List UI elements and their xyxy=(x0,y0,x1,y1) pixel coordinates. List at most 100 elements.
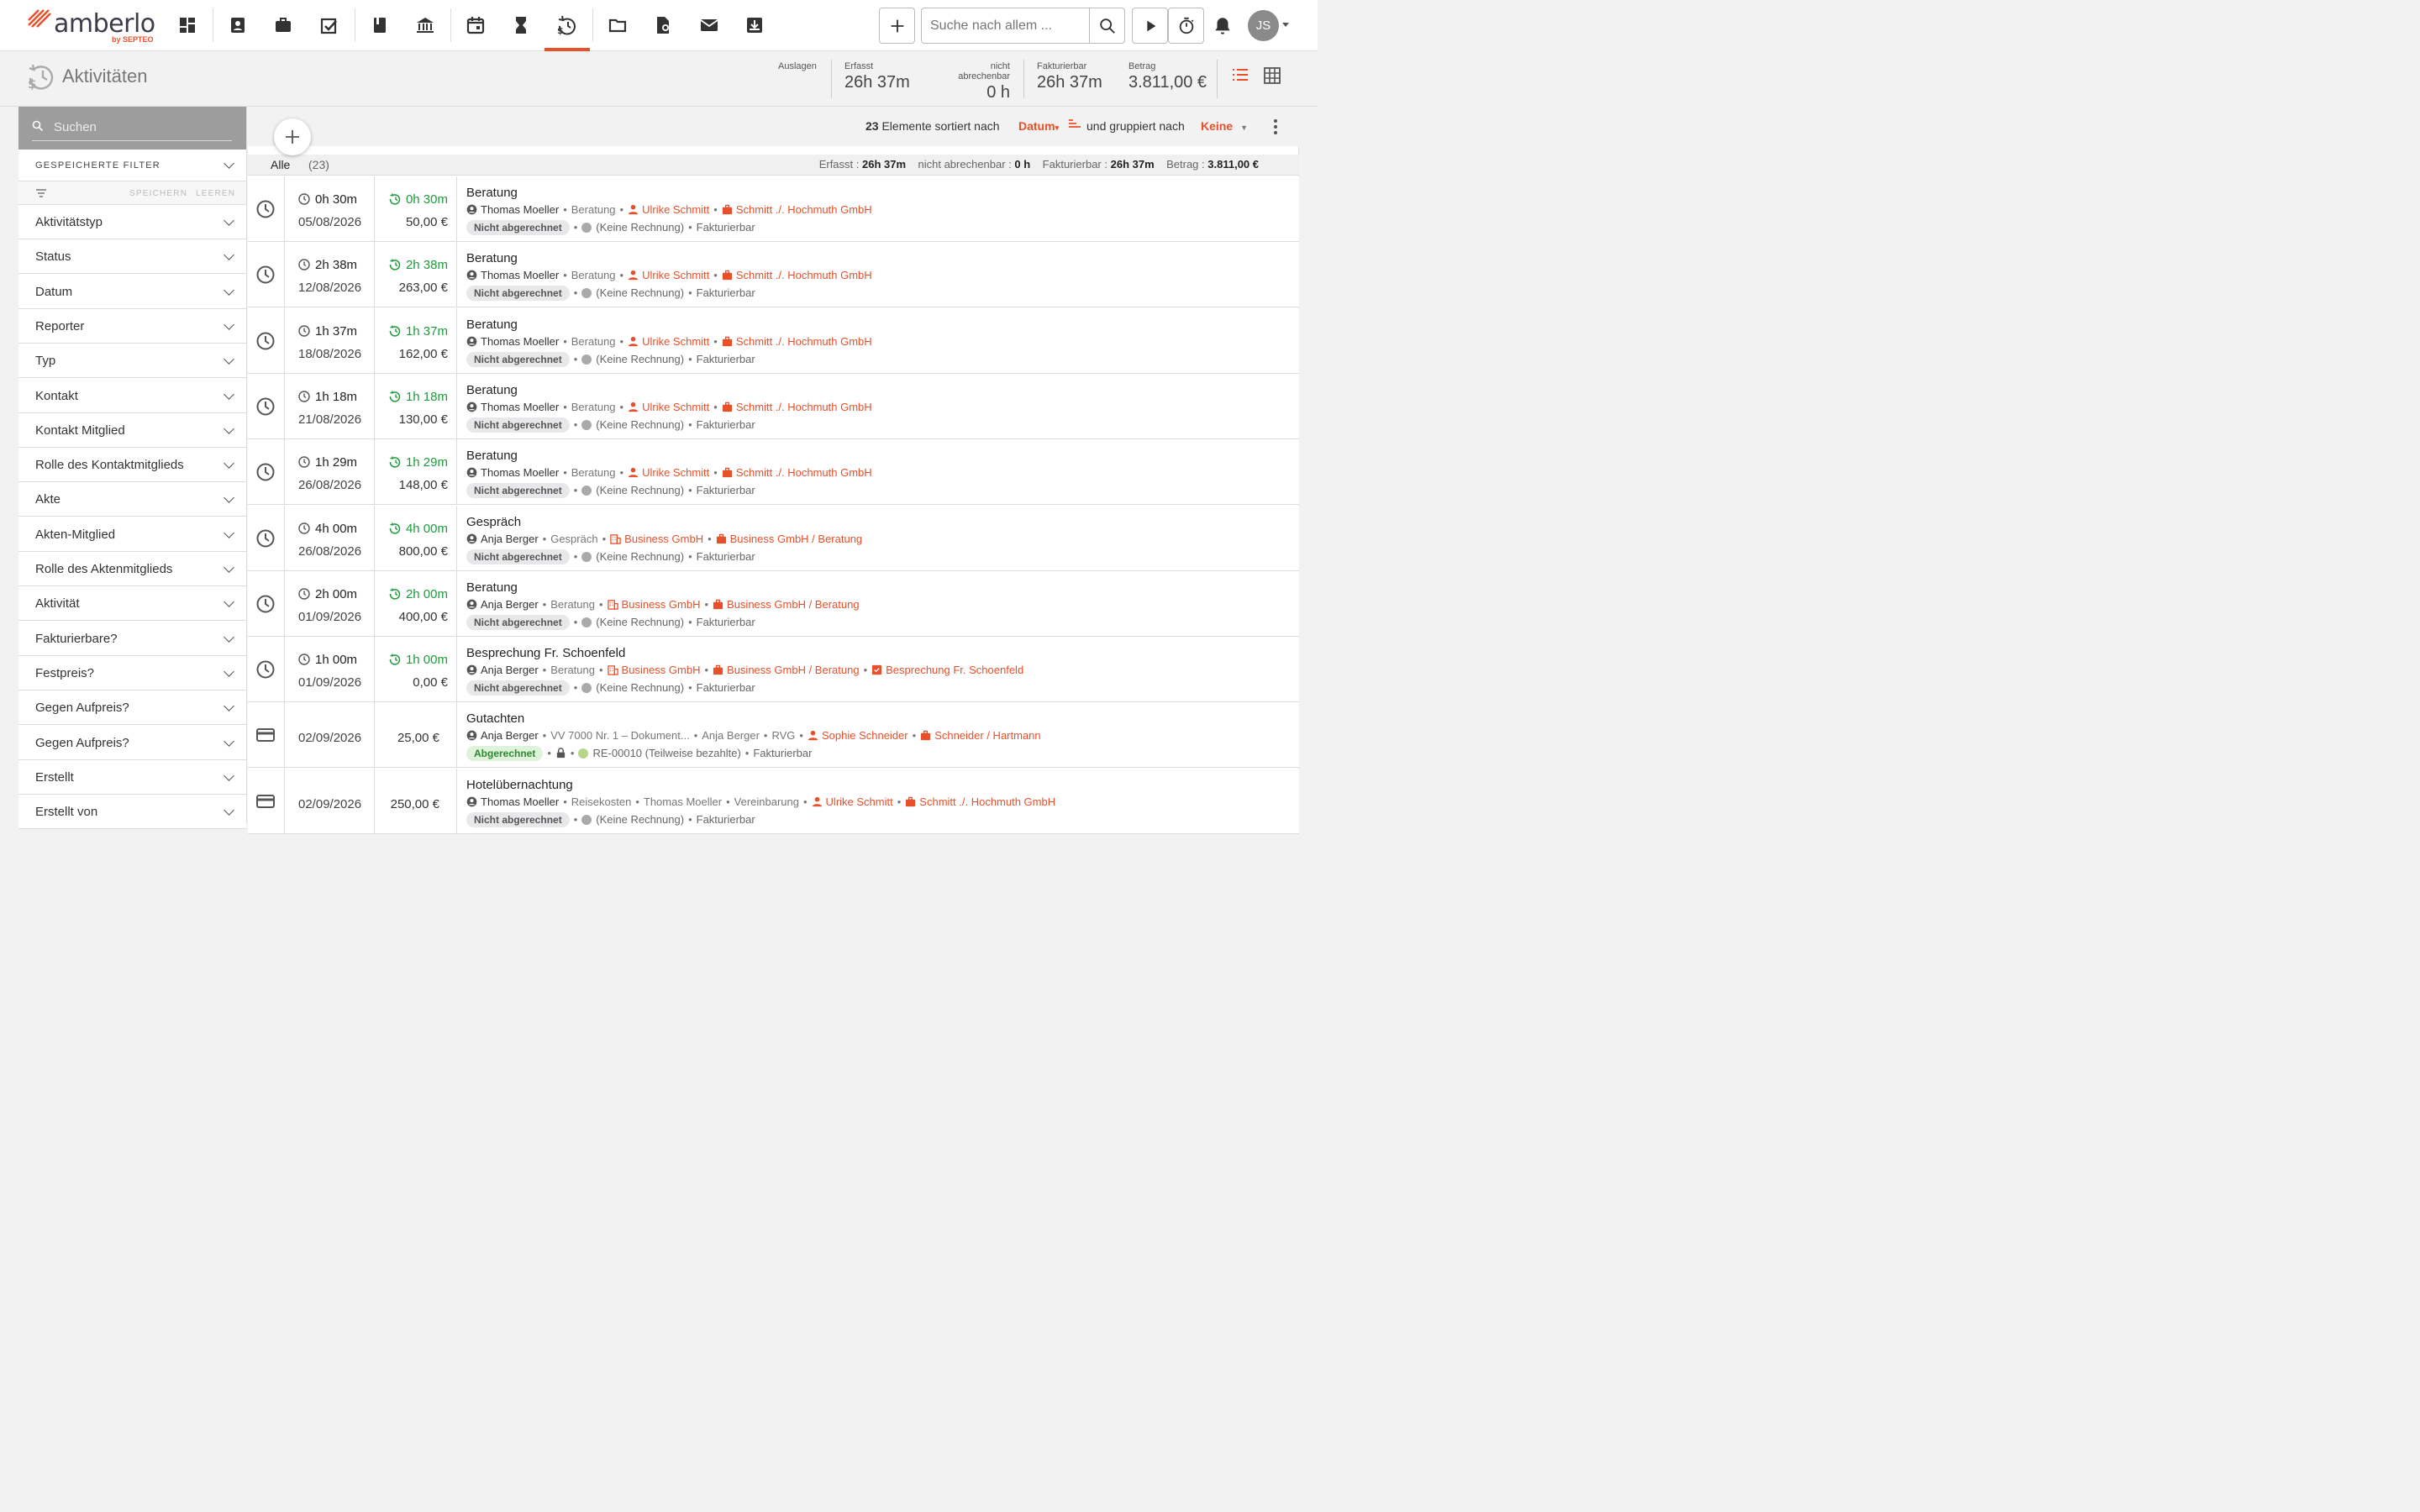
nav-contacts-button[interactable] xyxy=(223,10,253,40)
nav-matters-button[interactable] xyxy=(268,10,298,40)
activity-title[interactable]: Beratung xyxy=(466,449,518,463)
meta-person[interactable]: Ulrike Schmitt xyxy=(812,795,893,808)
filter-item[interactable]: Erstellt von xyxy=(18,795,246,830)
meta-person[interactable]: Ulrike Schmitt xyxy=(628,466,709,479)
meta-txt: Anja Berger xyxy=(702,729,760,743)
filter-item[interactable]: Akten-Mitglied xyxy=(18,517,246,552)
clock-icon xyxy=(256,595,275,613)
filter-item[interactable]: Kontakt Mitglied xyxy=(18,412,246,448)
global-search-input[interactable] xyxy=(930,17,1094,35)
notifications-bell-icon[interactable] xyxy=(1212,15,1234,37)
table-row[interactable]: 02/09/2026 25,00 € Gutachten Anja Berger… xyxy=(248,702,1299,769)
meta-matter[interactable]: Schneider / Hartmann xyxy=(920,729,1041,742)
grid-view-icon[interactable] xyxy=(1263,66,1281,85)
saved-filters-dropdown[interactable]: GESPEICHERTE FILTER xyxy=(18,150,246,181)
meta-matter[interactable]: Business GmbH / Beratung xyxy=(716,533,862,545)
nav-mail-button[interactable] xyxy=(694,10,724,40)
table-row[interactable]: 1h 18m 21/08/2026 1h 18m 130,00 € Beratu… xyxy=(248,373,1299,439)
activity-title[interactable]: Gespräch xyxy=(466,515,521,529)
meta-matter[interactable]: Schmitt ./. Hochmuth GmbH xyxy=(722,269,872,281)
save-filter-button[interactable]: SPEICHERN xyxy=(129,189,187,198)
create-new-button[interactable] xyxy=(879,8,915,44)
meta-org[interactable]: Business GmbH xyxy=(607,664,700,676)
activity-details: Beratung Thomas Moeller • Beratung • Ulrike … xyxy=(466,308,1290,373)
list-view-icon[interactable] xyxy=(1231,66,1249,85)
meta-org[interactable]: Business GmbH xyxy=(607,598,700,611)
filter-item[interactable]: Aktivität xyxy=(18,586,246,622)
table-row[interactable]: 1h 37m 18/08/2026 1h 37m 162,00 € Beratu… xyxy=(248,307,1299,374)
sidebar-search-input[interactable] xyxy=(54,118,230,135)
user-menu-caret-icon[interactable] xyxy=(1282,23,1289,27)
meta-person[interactable]: Ulrike Schmitt xyxy=(628,269,709,281)
more-options-icon[interactable] xyxy=(1273,118,1278,135)
filter-item[interactable]: Fakturierbare? xyxy=(18,621,246,656)
meta-person[interactable]: Ulrike Schmitt xyxy=(628,401,709,413)
filter-item[interactable]: Typ xyxy=(18,344,246,379)
table-row[interactable]: 4h 00m 26/08/2026 4h 00m 800,00 € Gesprä… xyxy=(248,505,1299,571)
group-all-count: (23) xyxy=(308,158,329,171)
activity-title[interactable]: Besprechung Fr. Schoenfeld xyxy=(466,646,625,660)
meta-matter[interactable]: Schmitt ./. Hochmuth GmbH xyxy=(905,795,1055,808)
meta-matter[interactable]: Business GmbH / Beratung xyxy=(713,598,860,611)
meta-person[interactable]: Ulrike Schmitt xyxy=(628,335,709,348)
filter-item[interactable]: Gegen Aufpreis? xyxy=(18,725,246,760)
meta-matter[interactable]: Schmitt ./. Hochmuth GmbH xyxy=(722,466,872,479)
filter-item[interactable]: Rolle des Aktenmitglieds xyxy=(18,552,246,586)
activity-title[interactable]: Beratung xyxy=(466,251,518,265)
activity-title[interactable]: Beratung xyxy=(466,580,518,595)
add-activity-button[interactable] xyxy=(274,118,311,155)
group-by-dropdown[interactable]: Keine ▼ xyxy=(1201,119,1248,133)
filter-item[interactable]: Rolle des Kontaktmitglieds xyxy=(18,448,246,483)
start-timer-button[interactable] xyxy=(1132,8,1168,44)
activity-title[interactable]: Beratung xyxy=(466,186,518,200)
filter-item[interactable]: Reporter xyxy=(18,308,246,344)
nav-inbox-download-button[interactable] xyxy=(739,10,770,40)
amberlo-logo[interactable]: amberlo by SEPTEO xyxy=(27,7,170,44)
nav-folder-button[interactable] xyxy=(602,10,633,40)
search-button[interactable] xyxy=(1089,8,1124,43)
nav-hourglass-button[interactable] xyxy=(506,10,536,40)
filter-item[interactable]: Erstellt xyxy=(18,759,246,795)
table-row[interactable]: 2h 00m 01/09/2026 2h 00m 400,00 € Beratu… xyxy=(248,570,1299,637)
filter-item[interactable]: Datum xyxy=(18,274,246,309)
stopwatch-button[interactable] xyxy=(1168,8,1204,44)
filter-item[interactable]: Gegen Aufpreis? xyxy=(18,690,246,726)
nav-book-button[interactable] xyxy=(365,10,395,40)
user-avatar[interactable]: JS xyxy=(1248,10,1279,41)
clear-filter-button[interactable]: LEEREN xyxy=(196,189,235,198)
meta-matter[interactable]: Schmitt ./. Hochmuth GmbH xyxy=(722,401,872,413)
filter-item[interactable]: Kontakt xyxy=(18,378,246,413)
meta-matter[interactable]: Schmitt ./. Hochmuth GmbH xyxy=(722,335,872,348)
filter-item[interactable]: Aktivitätstyp xyxy=(18,205,246,239)
sort-direction-icon[interactable] xyxy=(1068,118,1081,131)
table-row[interactable]: 1h 29m 26/08/2026 1h 29m 148,00 € Beratu… xyxy=(248,439,1299,506)
activity-title[interactable]: Beratung xyxy=(466,383,518,397)
time-billing-icon: $ xyxy=(28,64,54,92)
meta-matter[interactable]: Business GmbH / Beratung xyxy=(713,664,860,676)
table-row[interactable]: 2h 38m 12/08/2026 2h 38m 263,00 € Beratu… xyxy=(248,242,1299,308)
meta-task[interactable]: Besprechung Fr. Schoenfeld xyxy=(871,664,1023,676)
filter-item[interactable]: Akte xyxy=(18,482,246,517)
sort-by-dropdown[interactable]: Datum▾ xyxy=(1018,119,1059,133)
meta-person[interactable]: Ulrike Schmitt xyxy=(628,203,709,216)
chevron-down-icon xyxy=(224,701,234,712)
nav-document-award-button[interactable] xyxy=(648,10,678,40)
meta-person[interactable]: Sophie Schneider xyxy=(808,729,908,742)
group-all-label[interactable]: Alle xyxy=(271,158,290,171)
meta-matter[interactable]: Schmitt ./. Hochmuth GmbH xyxy=(722,203,872,216)
nav-dashboard-button[interactable] xyxy=(172,10,203,40)
nav-calendar-button[interactable] xyxy=(460,10,491,40)
table-row[interactable]: 0h 30m 05/08/2026 0h 30m 50,00 € Beratun… xyxy=(248,176,1299,242)
activity-title[interactable]: Gutachten xyxy=(466,711,524,726)
table-row[interactable]: 02/09/2026 250,00 € Hotelübernachtung Th… xyxy=(248,768,1299,834)
filter-item[interactable]: Status xyxy=(18,239,246,275)
filter-item[interactable]: Festpreis? xyxy=(18,655,246,690)
meta-org[interactable]: Business GmbH xyxy=(610,533,703,545)
nav-time-billing-button[interactable]: $ xyxy=(551,10,581,40)
nav-tasks-button[interactable] xyxy=(314,10,345,40)
activity-title[interactable]: Beratung xyxy=(466,318,518,332)
nav-bank-button[interactable] xyxy=(410,10,440,40)
activity-title[interactable]: Hotelübernachtung xyxy=(466,778,573,792)
table-row[interactable]: 1h 00m 01/09/2026 1h 00m 0,00 € Besprech… xyxy=(248,637,1299,703)
logo-byline: by SEPTEO xyxy=(112,35,154,44)
